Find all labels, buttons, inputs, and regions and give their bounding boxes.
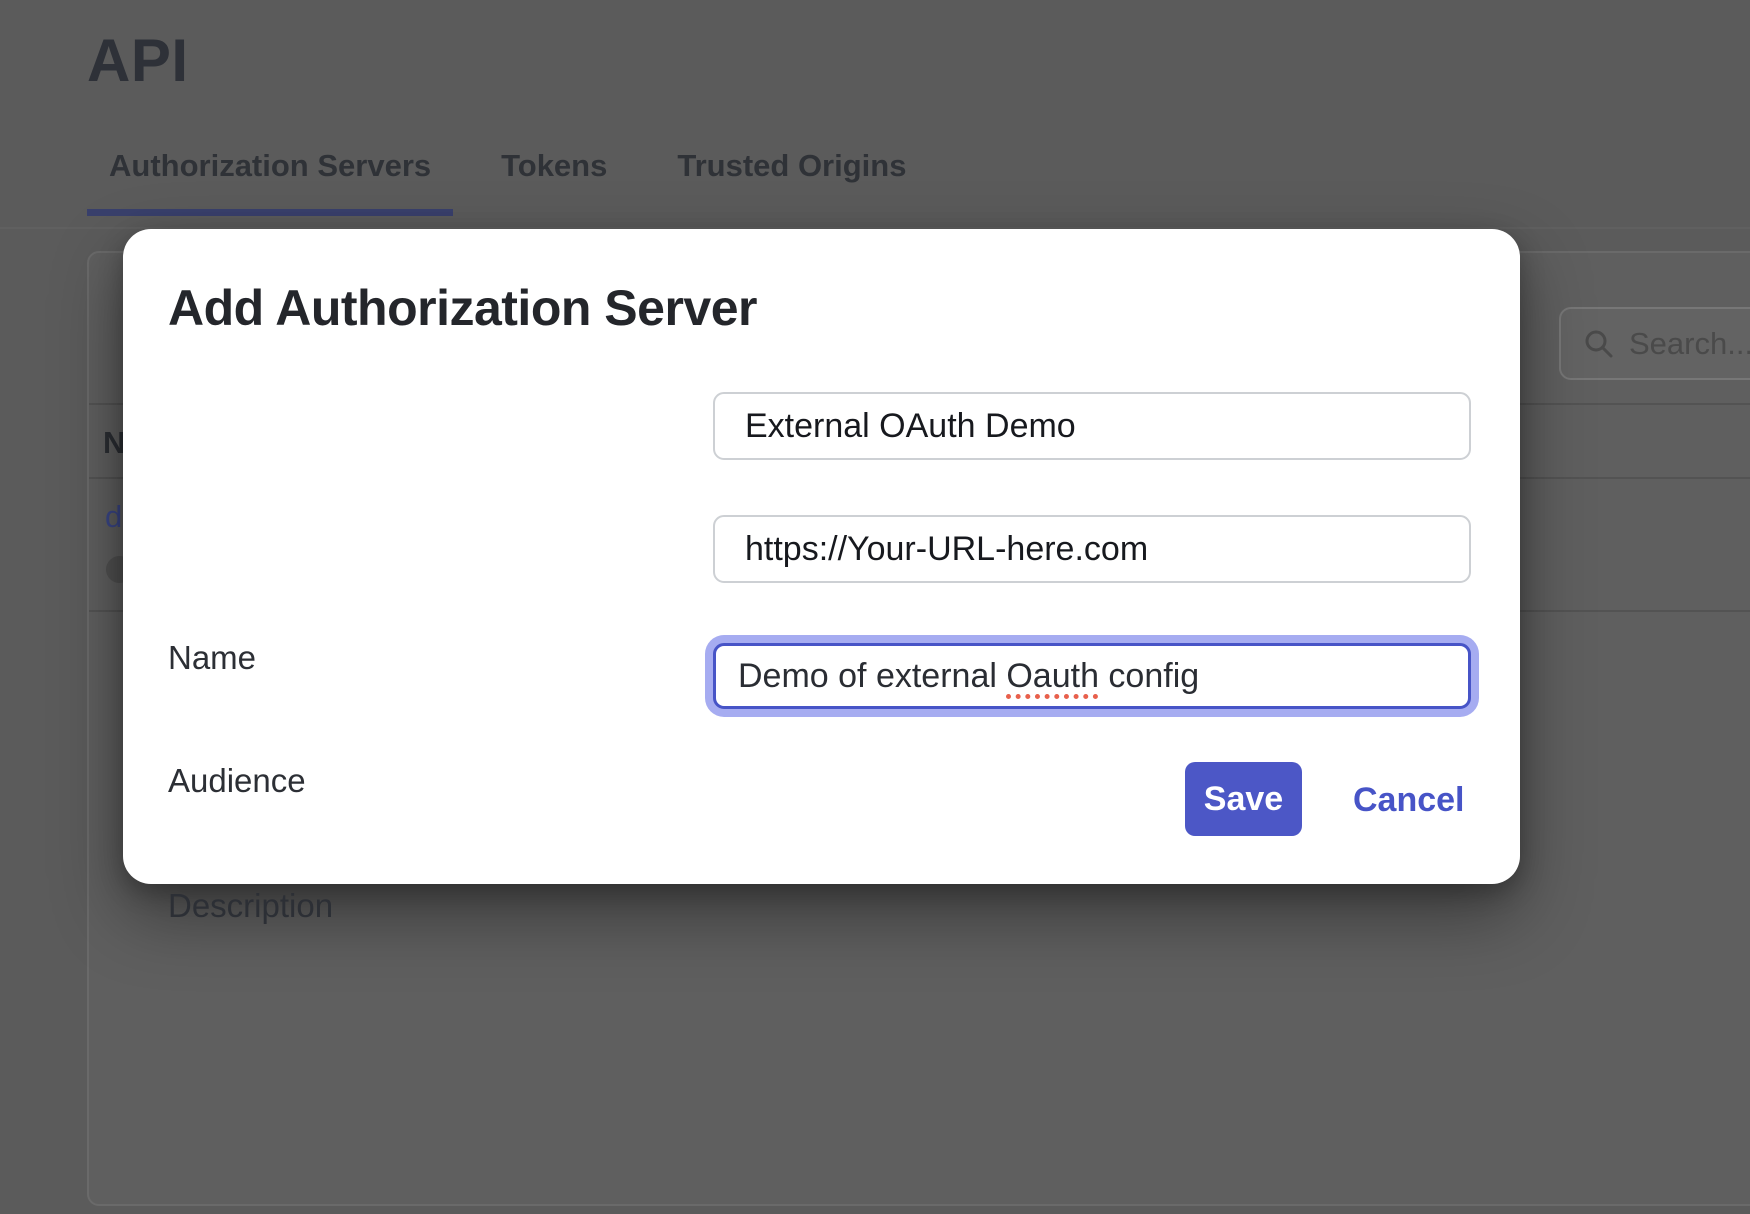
tab-bar: Authorization Servers Tokens Trusted Ori… [87,148,954,216]
name-input[interactable] [713,392,1471,460]
search-icon [1583,328,1615,360]
description-text: config [1099,657,1199,696]
description-misspelled-word: Oauth [1006,657,1099,696]
audience-input[interactable] [713,515,1471,583]
add-authorization-server-modal: Add Authorization Server Name Audience D… [123,229,1520,884]
audience-label: Audience [168,762,306,800]
modal-title: Add Authorization Server [168,279,757,337]
search-box[interactable]: Search... [1559,307,1750,380]
description-label: Description [168,887,333,925]
description-input[interactable]: Demo of external Oauth config [713,643,1471,709]
page-title: API [87,26,189,95]
table-row-link-fragment[interactable]: d [105,499,122,535]
save-button[interactable]: Save [1185,762,1302,836]
cancel-button[interactable]: Cancel [1353,781,1465,820]
tab-authorization-servers[interactable]: Authorization Servers [87,148,453,216]
tab-tokens[interactable]: Tokens [479,148,629,216]
tab-trusted-origins[interactable]: Trusted Origins [655,148,928,216]
search-placeholder: Search... [1629,326,1750,362]
name-label: Name [168,639,256,677]
description-text: Demo of external [738,657,1006,696]
